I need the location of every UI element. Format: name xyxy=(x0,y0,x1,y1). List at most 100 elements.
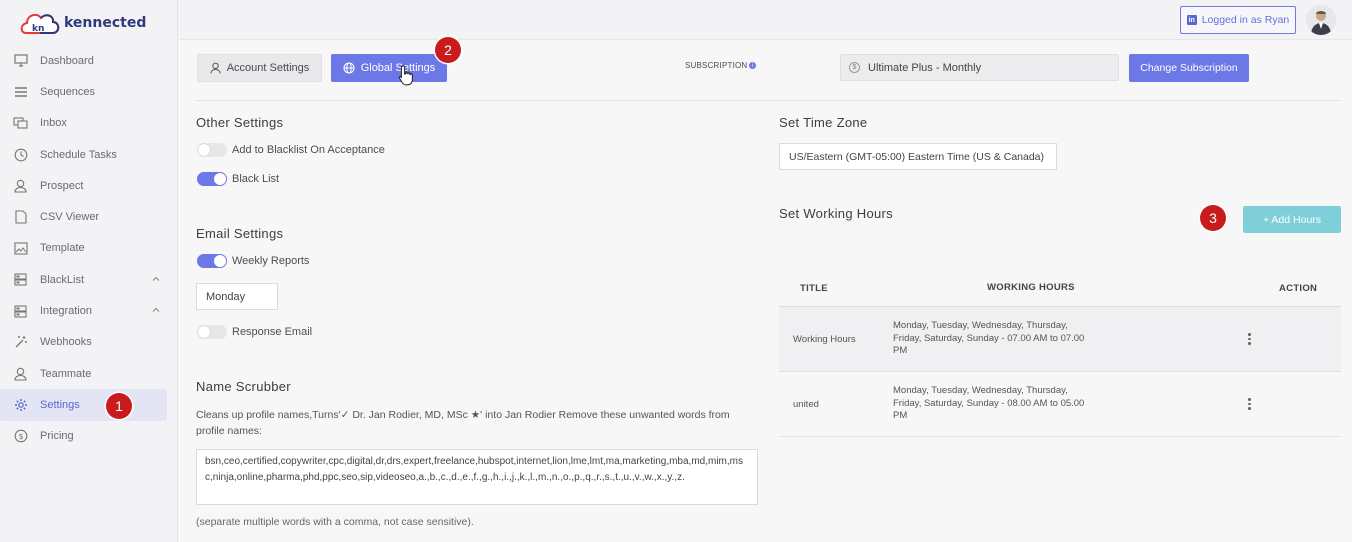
response-email-row: Response Email xyxy=(197,325,312,339)
name-scrubber-textarea[interactable]: bsn,ceo,certified,copywriter,cpc,digital… xyxy=(196,449,758,505)
sidebar-item-label: Prospect xyxy=(40,179,84,192)
response-email-label: Response Email xyxy=(232,326,313,338)
sidebar-item-blacklist[interactable]: BlackList xyxy=(0,264,167,295)
column-header-working-hours: WORKING HOURS xyxy=(987,281,1075,293)
file-icon xyxy=(13,210,28,225)
avatar-photo xyxy=(1306,5,1336,35)
image-icon xyxy=(13,241,28,256)
sidebar-item-label: Settings xyxy=(40,398,80,411)
subscription-plan-value: Ultimate Plus - Monthly xyxy=(868,61,982,74)
gear-icon xyxy=(13,397,28,412)
globe-icon xyxy=(343,62,355,74)
time-zone-value: US/Eastern (GMT-05:00) Eastern Time (US … xyxy=(789,150,1045,163)
chevron-up-icon xyxy=(152,308,160,313)
top-bar xyxy=(179,0,1352,40)
sidebar-item-label: Template xyxy=(40,242,85,255)
brand-name: kennected xyxy=(64,15,147,31)
weekly-report-day-select[interactable]: Monday xyxy=(196,283,278,310)
table-row: Working Hours Monday, Tuesday, Wednesday… xyxy=(779,307,1341,372)
sidebar-item-label: Teammate xyxy=(40,367,92,380)
account-settings-button[interactable]: Account Settings xyxy=(197,54,322,82)
add-blacklist-label: Add to Blacklist On Acceptance xyxy=(232,144,385,156)
sidebar-item-label: Schedule Tasks xyxy=(40,148,117,161)
sidebar-item-label: Sequences xyxy=(40,85,96,98)
sidebar-item-label: Inbox xyxy=(40,117,67,130)
row-title: Working Hours xyxy=(793,333,856,345)
info-icon[interactable]: i xyxy=(749,62,757,69)
sidebar-item-teammate[interactable]: Teammate xyxy=(0,358,167,389)
sidebar-item-label: BlackList xyxy=(40,273,85,286)
name-scrubber-hint: (separate multiple words with a comma, n… xyxy=(196,516,474,528)
black-list-label: Black List xyxy=(232,173,280,185)
more-vertical-icon[interactable] xyxy=(1248,333,1251,345)
row-hours: Monday, Tuesday, Wednesday, Thursday, Fr… xyxy=(893,320,1085,357)
sidebar-item-integration[interactable]: Integration xyxy=(0,295,167,326)
change-subscription-button[interactable]: Change Subscription xyxy=(1129,54,1249,82)
user-icon xyxy=(210,62,221,74)
time-zone-select[interactable]: US/Eastern (GMT-05:00) Eastern Time (US … xyxy=(779,143,1057,170)
weekly-reports-label: Weekly Reports xyxy=(232,255,310,267)
linkedin-icon: in xyxy=(1186,15,1197,25)
chat-icon xyxy=(13,116,28,131)
row-hours: Monday, Tuesday, Wednesday, Thursday, Fr… xyxy=(893,385,1085,422)
sidebar: kn kennected Dashboard Sequences Inbox S… xyxy=(0,0,178,542)
svg-text:$: $ xyxy=(18,432,23,441)
sidebar-item-sequences[interactable]: Sequences xyxy=(0,76,167,107)
logo-mark: kn xyxy=(32,24,44,34)
sidebar-nav: Dashboard Sequences Inbox Schedule Tasks… xyxy=(0,45,178,452)
sidebar-item-pricing[interactable]: $ Pricing xyxy=(0,421,167,452)
sidebar-item-label: Pricing xyxy=(40,430,74,443)
sidebar-item-label: Dashboard xyxy=(40,54,94,67)
change-subscription-label: Change Subscription xyxy=(1140,62,1238,74)
user-icon xyxy=(13,178,28,193)
column-header-title: TITLE xyxy=(800,282,828,294)
avatar[interactable] xyxy=(1306,5,1336,35)
subscription-plan-field: $ Ultimate Plus - Monthly xyxy=(840,54,1119,81)
divider xyxy=(196,100,1341,101)
sidebar-item-prospect[interactable]: Prospect xyxy=(0,170,167,201)
more-vertical-icon[interactable] xyxy=(1248,398,1251,410)
sidebar-item-template[interactable]: Template xyxy=(0,233,167,264)
dollar-icon: $ xyxy=(849,62,860,73)
row-action-cell xyxy=(1088,398,1341,410)
black-list-toggle[interactable] xyxy=(197,172,227,186)
kennected-logo[interactable]: kn kennected xyxy=(18,8,146,38)
sidebar-item-label: Integration xyxy=(40,305,92,318)
sidebar-item-settings[interactable]: Settings xyxy=(0,389,167,421)
step-badge-1: 1 xyxy=(106,393,132,419)
sidebar-item-csv-viewer[interactable]: CSV Viewer xyxy=(0,201,167,232)
working-hours-table: TITLE WORKING HOURS ACTION Working Hours… xyxy=(779,270,1341,437)
add-hours-button[interactable]: + Add Hours xyxy=(1243,206,1341,233)
weekly-reports-toggle[interactable] xyxy=(197,254,227,268)
sidebar-item-dashboard[interactable]: Dashboard xyxy=(0,45,167,76)
working-hours-title: Set Working Hours xyxy=(779,206,893,221)
weekly-reports-row: Weekly Reports xyxy=(197,254,309,268)
add-blacklist-row: Add to Blacklist On Acceptance xyxy=(197,143,385,157)
sidebar-item-inbox[interactable]: Inbox xyxy=(0,108,167,139)
server-icon xyxy=(13,272,28,287)
logged-in-label: Logged in as Ryan xyxy=(1201,14,1290,26)
chevron-up-icon xyxy=(152,276,160,281)
add-blacklist-toggle[interactable] xyxy=(197,143,227,157)
step-badge-3: 3 xyxy=(1200,205,1226,231)
table-header: TITLE WORKING HOURS ACTION xyxy=(779,270,1341,307)
hand-cursor-icon xyxy=(398,65,413,86)
clock-icon xyxy=(13,147,28,162)
logged-in-button[interactable]: in Logged in as Ryan xyxy=(1180,6,1296,34)
step-badge-2: 2 xyxy=(435,37,461,63)
add-hours-label: + Add Hours xyxy=(1262,213,1322,226)
email-settings-title: Email Settings xyxy=(196,226,284,241)
time-zone-title: Set Time Zone xyxy=(779,115,868,130)
name-scrubber-title: Name Scrubber xyxy=(196,379,291,394)
table-row: united Monday, Tuesday, Wednesday, Thurs… xyxy=(779,372,1341,437)
column-header-action: ACTION xyxy=(1279,282,1318,294)
response-email-toggle[interactable] xyxy=(197,325,227,339)
black-list-row: Black List xyxy=(197,172,279,186)
sidebar-item-schedule-tasks[interactable]: Schedule Tasks xyxy=(0,139,167,170)
sidebar-item-label: CSV Viewer xyxy=(40,211,100,224)
dollar-icon: $ xyxy=(13,429,28,444)
sidebar-item-webhooks[interactable]: Webhooks xyxy=(0,327,167,358)
monitor-icon xyxy=(13,53,28,68)
global-settings-button[interactable]: Global Settings xyxy=(331,54,447,82)
cloud-logo-icon: kn xyxy=(20,13,60,34)
